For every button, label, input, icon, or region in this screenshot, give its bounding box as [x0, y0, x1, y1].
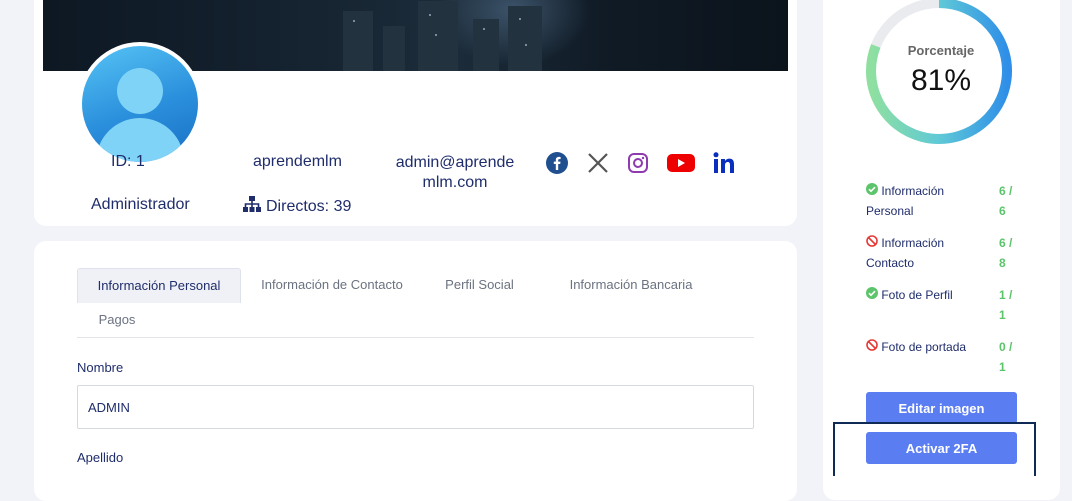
- check-item-foto-perfil: Foto de Perfil: [866, 285, 953, 305]
- check-item-contacto: Información Contacto: [866, 233, 944, 273]
- apellido-label: Apellido: [77, 450, 124, 465]
- item-label: Foto de portada: [881, 340, 967, 354]
- check-circle-icon: [866, 183, 878, 198]
- focus-highlight: [833, 422, 1036, 476]
- social-links: [545, 151, 755, 180]
- count-line: 6 /: [999, 184, 1013, 198]
- check-item-personal: Información Personal: [866, 181, 944, 221]
- count-personal: 6 / 6: [999, 181, 1012, 221]
- email-line-1: admin@aprende: [395, 154, 515, 171]
- count-contacto: 6 / 8: [999, 233, 1012, 273]
- gauge-title: Porcentaje: [907, 43, 975, 58]
- item-label: Información: [881, 184, 945, 198]
- username: aprendemlm: [253, 153, 342, 170]
- count-foto-portada: 0 / 1: [999, 337, 1012, 377]
- count-line: 1 /: [999, 288, 1013, 302]
- directos-count: Directos: 39: [243, 196, 351, 217]
- tab-informacion-personal[interactable]: Información Personal: [77, 268, 241, 303]
- facebook-icon[interactable]: [545, 151, 569, 180]
- nombre-label: Nombre: [77, 360, 124, 375]
- tab-divider: [77, 337, 754, 338]
- check-circle-icon: [866, 287, 878, 302]
- ban-icon: [866, 235, 878, 250]
- x-twitter-icon[interactable]: [587, 152, 609, 179]
- count-line: 6: [999, 204, 1006, 218]
- tab-perfil-social[interactable]: Perfil Social: [432, 268, 527, 302]
- item-label: Foto de Perfil: [881, 288, 953, 302]
- nombre-input[interactable]: ADMIN: [77, 385, 754, 429]
- count-foto-perfil: 1 / 1: [999, 285, 1012, 325]
- tab-pagos[interactable]: Pagos: [77, 303, 157, 337]
- check-item-foto-portada: Foto de portada: [866, 337, 966, 357]
- user-role: Administrador: [91, 196, 190, 213]
- email-line-2: mlm.com: [422, 174, 488, 191]
- profile-card: ID: 1 aprendemlm admin@aprende mlm.com A…: [34, 0, 797, 226]
- item-label-2: Contacto: [866, 256, 915, 270]
- form-card: Información Personal Información de Cont…: [34, 241, 797, 501]
- count-line: 8: [999, 256, 1006, 270]
- count-line: 0 /: [999, 340, 1013, 354]
- linkedin-icon[interactable]: [713, 152, 737, 179]
- network-icon: [243, 196, 261, 217]
- item-label: Información: [881, 236, 945, 250]
- count-line: 6 /: [999, 236, 1013, 250]
- tab-informacion-bancaria[interactable]: Información Bancaria: [547, 268, 715, 302]
- directos-label: Directos: 39: [266, 197, 352, 215]
- tab-informacion-contacto[interactable]: Información de Contacto: [251, 268, 413, 302]
- avatar[interactable]: [78, 42, 202, 166]
- edit-image-button[interactable]: Editar imagen: [866, 392, 1017, 424]
- user-email: admin@aprende mlm.com: [394, 153, 516, 193]
- user-id: ID: 1: [111, 153, 145, 170]
- ban-icon: [866, 339, 878, 354]
- count-line: 1: [999, 308, 1006, 322]
- instagram-icon[interactable]: [627, 152, 649, 179]
- youtube-icon[interactable]: [667, 153, 695, 178]
- gauge-percent: 81%: [910, 64, 972, 97]
- item-label-2: Personal: [866, 204, 914, 218]
- count-line: 1: [999, 360, 1006, 374]
